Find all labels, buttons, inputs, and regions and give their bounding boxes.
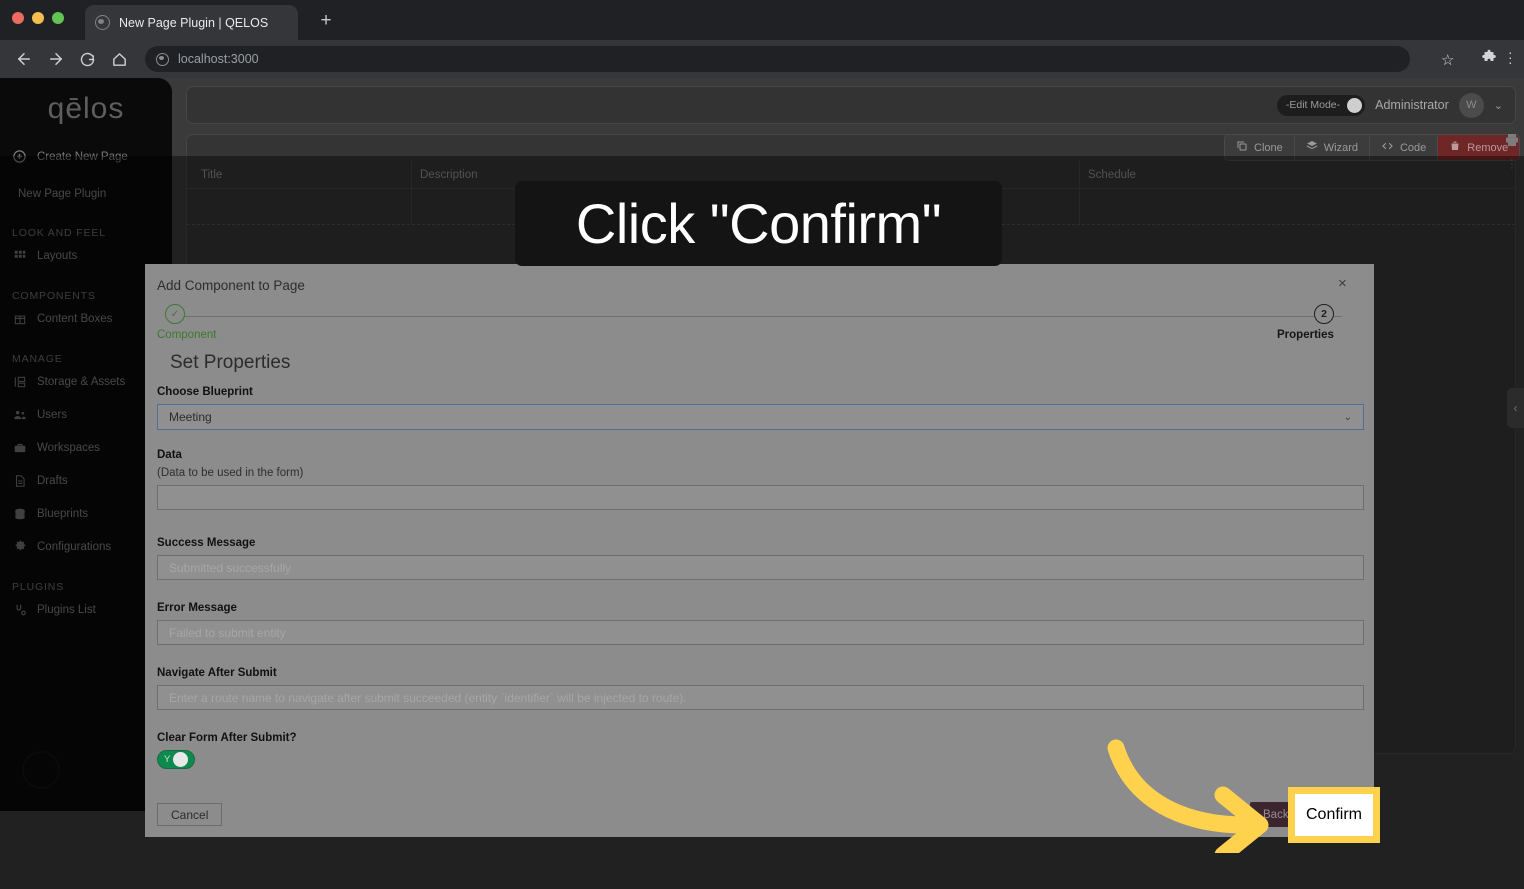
window-close-button[interactable] <box>12 12 24 24</box>
code-icon <box>1381 140 1394 155</box>
stepper-step-1-label: Component <box>157 329 217 341</box>
blueprint-select[interactable]: Meeting ⌄ <box>157 404 1364 430</box>
browser-chrome: New Page Plugin | QELOS + localhost:3000… <box>0 0 1524 78</box>
stepper-step-2-circle[interactable]: 2 <box>1314 304 1334 324</box>
navigate-route-input[interactable]: Enter a route name to navigate after sub… <box>157 685 1364 710</box>
window-traffic-lights <box>12 12 64 24</box>
button-label: Remove <box>1467 141 1509 154</box>
button-label: Clone <box>1254 141 1283 154</box>
edit-mode-label: -Edit Mode- <box>1285 99 1341 111</box>
trash-icon <box>1449 140 1461 155</box>
application-window: qēlos Create New Page New Page Plugin LO… <box>0 78 1524 889</box>
globe-icon <box>95 15 110 30</box>
button-label: Code <box>1399 141 1427 154</box>
browser-tab[interactable]: New Page Plugin | QELOS <box>85 5 298 40</box>
error-message-input[interactable]: Failed to submit entity <box>157 620 1364 645</box>
field-label: Navigate After Submit <box>157 667 277 679</box>
modal-title: Add Component to Page <box>157 278 305 293</box>
success-message-input[interactable]: Submitted successfully <box>157 555 1364 580</box>
app-topbar: -Edit Mode- Administrator W ⌄ <box>186 86 1516 124</box>
field-navigate-after-submit: Navigate After Submit Enter a route name… <box>157 667 1364 710</box>
button-label: Wizard <box>1323 141 1358 154</box>
browser-tabstrip: New Page Plugin | QELOS + <box>0 0 1524 40</box>
cancel-button[interactable]: Cancel <box>157 803 223 826</box>
field-data: Data (Data to be used in the form) <box>157 449 1364 510</box>
stepper-step-1-circle[interactable]: ✓ <box>165 304 185 324</box>
field-choose-blueprint: Choose Blueprint Meeting ⌄ <box>157 386 1364 430</box>
kebab-menu-icon[interactable]: · · · <box>1508 45 1513 69</box>
field-label: Data <box>157 449 182 461</box>
annotation-arrow-icon <box>1107 739 1269 853</box>
star-icon[interactable]: ☆ <box>1441 51 1454 69</box>
admin-user-name: Administrator <box>1375 98 1449 112</box>
edit-mode-toggle[interactable]: -Edit Mode- <box>1276 94 1366 116</box>
wizard-stepper: ✓ 2 Component Properties <box>157 304 1364 342</box>
chevron-down-icon: ⌄ <box>1343 411 1352 423</box>
toggle-knob <box>173 752 189 767</box>
home-icon[interactable] <box>107 47 131 71</box>
browser-toolbar: localhost:3000 ☆ · · · <box>0 40 1524 78</box>
stepper-connector-line <box>179 316 1342 317</box>
field-error-message: Error Message Failed to submit entity <box>157 602 1364 645</box>
section-heading: Set Properties <box>170 352 291 373</box>
avatar[interactable]: W <box>1458 92 1484 118</box>
chevron-down-icon[interactable]: ⌄ <box>1494 99 1503 112</box>
reload-icon[interactable] <box>75 47 99 71</box>
printer-icon[interactable] <box>1504 132 1520 152</box>
field-label: Success Message <box>157 537 256 549</box>
clear-form-toggle[interactable]: Y <box>157 750 195 769</box>
toggle-label: Y <box>164 754 171 765</box>
field-hint: (Data to be used in the form) <box>157 467 304 479</box>
instruction-banner: Click "Confirm" <box>515 181 1002 266</box>
toggle-knob <box>1347 97 1363 113</box>
selected-value: Meeting <box>169 410 212 424</box>
field-success-message: Success Message Submitted successfully <box>157 537 1364 580</box>
puzzle-icon[interactable] <box>1480 49 1498 69</box>
back-arrow-icon[interactable] <box>12 47 36 71</box>
close-icon[interactable]: × <box>1338 275 1347 292</box>
forward-arrow-icon[interactable] <box>44 47 68 71</box>
confirm-button-highlight: Confirm <box>1288 787 1380 843</box>
qelos-logo: qēlos <box>47 92 125 125</box>
window-minimize-button[interactable] <box>32 12 44 24</box>
stepper-step-2-label: Properties <box>1277 329 1334 341</box>
field-label: Choose Blueprint <box>157 386 253 398</box>
data-input[interactable] <box>157 485 1364 510</box>
site-globe-icon <box>156 52 169 66</box>
new-tab-button[interactable]: + <box>316 11 336 31</box>
address-bar[interactable]: localhost:3000 <box>145 46 1410 72</box>
browser-tab-title: New Page Plugin | QELOS <box>119 15 269 30</box>
address-bar-url: localhost:3000 <box>178 52 259 66</box>
field-label: Error Message <box>157 602 237 614</box>
window-maximize-button[interactable] <box>52 12 64 24</box>
clone-icon <box>1236 140 1248 155</box>
wizard-icon <box>1306 140 1318 155</box>
confirm-button[interactable]: Confirm <box>1306 806 1362 824</box>
